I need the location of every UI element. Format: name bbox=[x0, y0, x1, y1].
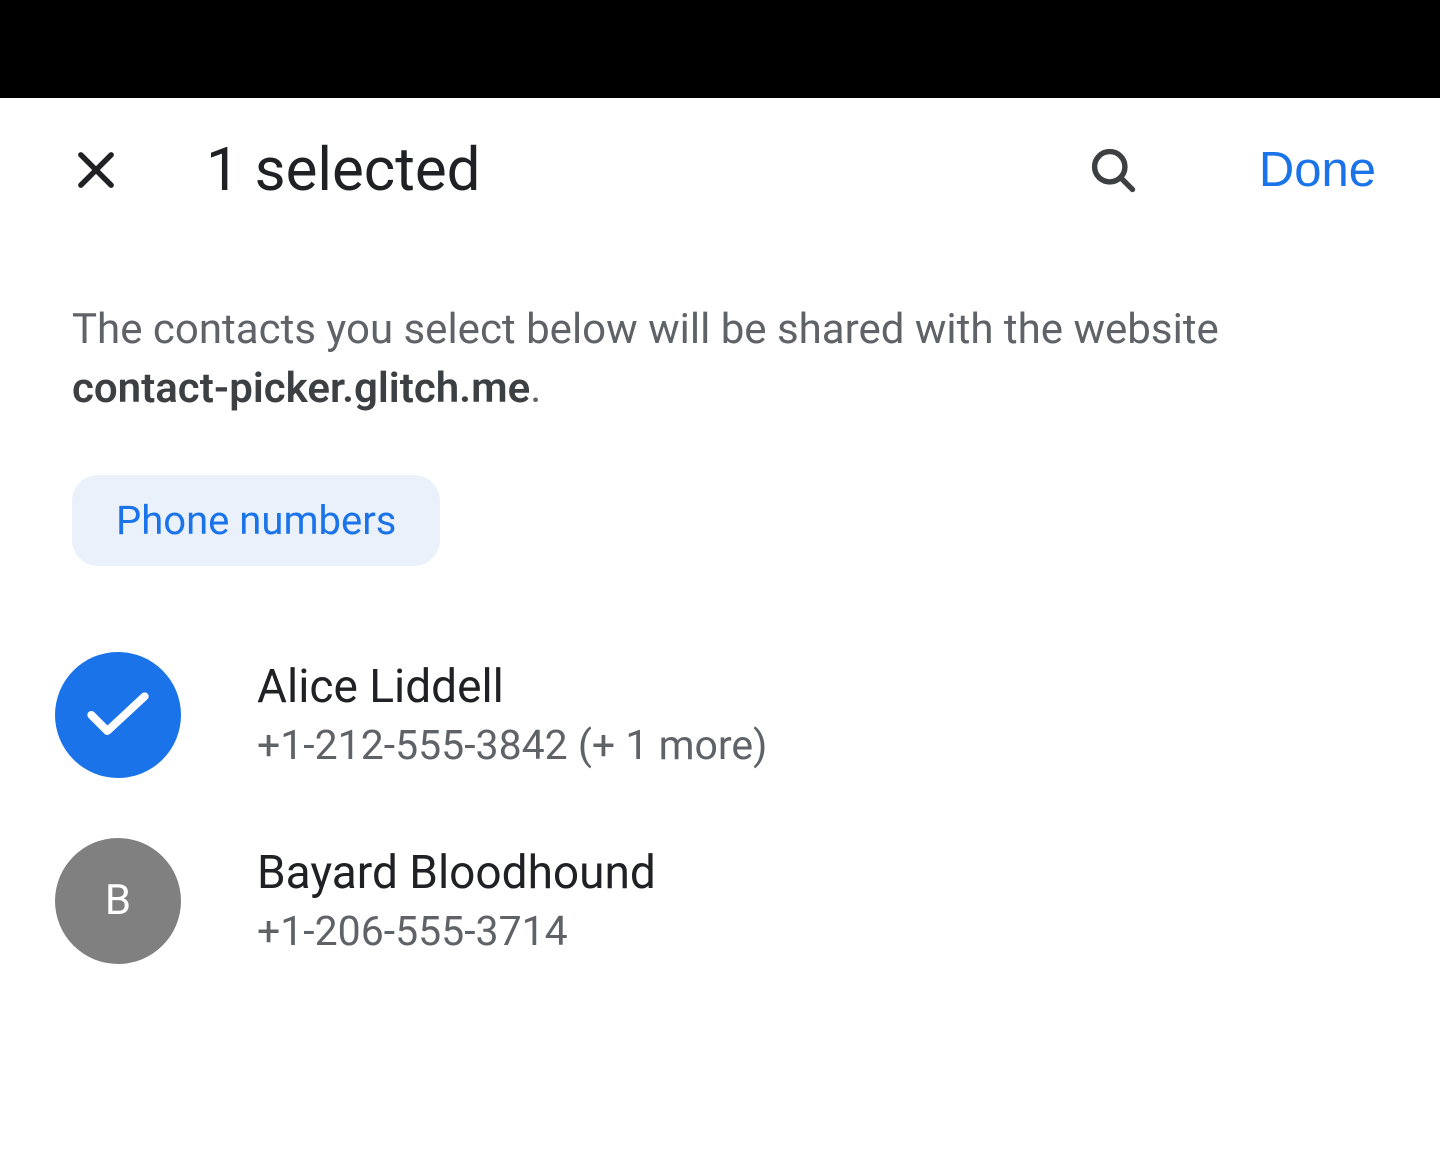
check-icon bbox=[86, 690, 150, 740]
contact-info: Bayard Bloodhound +1-206-555-3714 bbox=[257, 846, 656, 956]
description-suffix: . bbox=[530, 364, 541, 413]
contact-list: Alice Liddell +1-212-555-3842 (+ 1 more)… bbox=[0, 566, 1440, 994]
selection-count-title: 1 selected bbox=[206, 134, 1023, 205]
contact-phone: +1-212-555-3842 (+ 1 more) bbox=[257, 722, 767, 770]
contact-avatar-unselected: B bbox=[55, 838, 181, 964]
description-prefix: The contacts you select below will be sh… bbox=[72, 305, 1219, 354]
done-button[interactable]: Done bbox=[1259, 142, 1376, 198]
phone-numbers-chip[interactable]: Phone numbers bbox=[72, 475, 440, 566]
status-bar bbox=[0, 0, 1440, 98]
contact-avatar-selected bbox=[55, 652, 181, 778]
description-website: contact-picker.glitch.me bbox=[72, 364, 530, 413]
avatar-letter: B bbox=[105, 876, 131, 925]
contact-row[interactable]: B Bayard Bloodhound +1-206-555-3714 bbox=[55, 808, 1385, 994]
header: 1 selected Done bbox=[0, 98, 1440, 241]
chip-container: Phone numbers bbox=[0, 419, 1440, 566]
contact-info: Alice Liddell +1-212-555-3842 (+ 1 more) bbox=[257, 660, 767, 770]
contact-row[interactable]: Alice Liddell +1-212-555-3842 (+ 1 more) bbox=[55, 622, 1385, 808]
contact-phone: +1-206-555-3714 bbox=[257, 908, 656, 956]
share-description: The contacts you select below will be sh… bbox=[0, 241, 1440, 419]
search-icon[interactable] bbox=[1087, 144, 1139, 196]
contact-name: Alice Liddell bbox=[257, 660, 767, 714]
close-icon[interactable] bbox=[70, 144, 122, 196]
contact-name: Bayard Bloodhound bbox=[257, 846, 656, 900]
